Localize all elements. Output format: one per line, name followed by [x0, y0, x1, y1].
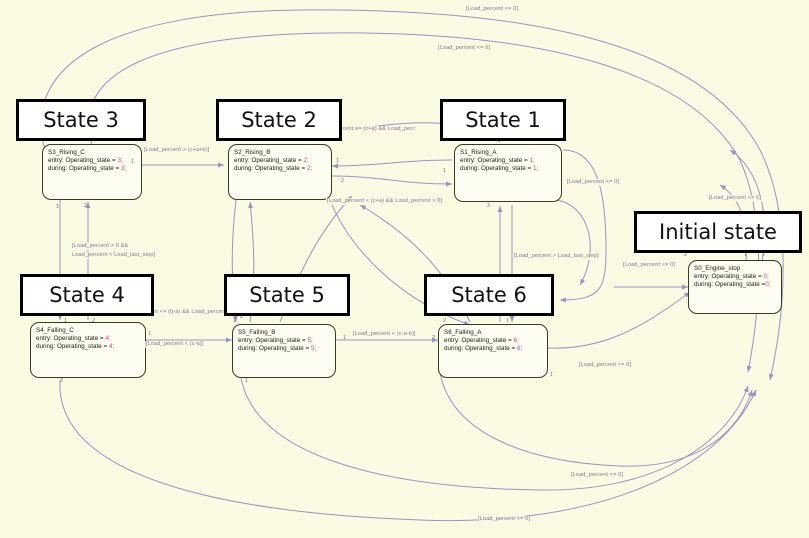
order-number: 2	[341, 178, 344, 184]
transition-label-left-2: Load_percent < Load_last_step]	[71, 252, 157, 259]
transition-label-s1-top: percent >= (c+a) && Load_perc	[333, 126, 417, 133]
transition-label-s6-right: [Load_percent <= 0]	[578, 362, 632, 369]
state-entry-action: entry: Operating_state = 1;	[460, 157, 535, 164]
state-name: S3_Rising_C	[48, 149, 85, 156]
order-number: 2	[233, 318, 236, 324]
state-during-action: during: Operating_state =0;	[694, 281, 771, 289]
state-name: S2_Rising_B	[234, 149, 271, 156]
order-number: 1	[443, 168, 446, 174]
state-entry-action: entry: Operating_state = 0;	[694, 273, 769, 280]
state-name: S0_Engine_stop	[694, 265, 741, 272]
order-number: 1	[131, 159, 134, 165]
state-name: S1_Rising_A	[460, 149, 497, 156]
order-number: 1	[343, 335, 346, 341]
transition-label-bottom-1: [Load_percent <= 0]	[570, 472, 624, 479]
state-during-action: during: Operating_state = 2;	[234, 165, 313, 173]
order-number: 1	[148, 331, 151, 337]
order-number: 2	[487, 203, 490, 209]
state-entry-action: entry: Operating_state = 3;	[48, 157, 123, 164]
transition-label-s6-up: [Load_percent > Load_last_step]	[513, 253, 600, 260]
order-number: 2	[92, 318, 95, 324]
order-number: 1	[336, 158, 339, 164]
state-entry-action: entry: Operating_state = 2;	[234, 157, 309, 164]
transition-label-right-1: [Load_percent <= 0]	[708, 195, 762, 202]
order-number: 1	[506, 318, 509, 324]
transition-label-s1-right: [Load_percent <= 0]	[566, 179, 620, 186]
state-entry-action: entry: Operating_state = 4;	[36, 335, 111, 342]
callout-text: State 3	[43, 108, 119, 132]
transition-label-s0-in: [Load_percent <= 0]	[622, 262, 676, 269]
callout-state-5: State 5	[224, 274, 350, 316]
transition-label-s2-s1: [Load_percent < (c+a) && Load_percent > …	[326, 198, 444, 205]
transition-label-s5-s6: [Load_percent < (c-a-b)]	[352, 331, 417, 338]
order-number: 1	[550, 372, 553, 378]
order-number: 1	[245, 378, 248, 384]
callout-text: State 2	[241, 108, 317, 132]
callout-initial-state: Initial state	[634, 211, 802, 253]
callout-text: State 1	[465, 108, 541, 132]
state-name: S4_Falling_C	[36, 327, 74, 334]
order-number: 2	[443, 318, 446, 324]
callout-state-4: State 4	[20, 274, 154, 316]
callout-text: State 6	[451, 283, 527, 307]
state-during-action: during: Operating_state = 1;	[460, 165, 539, 173]
order-number: 1	[56, 204, 59, 210]
callout-state-1: State 1	[440, 99, 566, 141]
callout-state-2: State 2	[216, 99, 342, 141]
order-number: 2	[432, 335, 435, 341]
transition-label-top-2: [Load_percent <= 0]	[437, 45, 491, 52]
callout-state-6: State 6	[424, 274, 554, 316]
state-s2-rising-b[interactable]: S2_Rising_B entry: Operating_state = 2; …	[228, 144, 332, 200]
callout-text: Initial state	[659, 220, 777, 244]
transition-label-left-1: [Load_percent > 0 &&	[71, 243, 130, 250]
state-s5-falling-b[interactable]: S5_Falling_B entry: Operating_state = 5;…	[232, 324, 336, 378]
state-s6-falling-a[interactable]: S6_Falling_A entry: Operating_state = 6;…	[438, 324, 548, 378]
transition-label-s4-left: [Load_percent < (c-a)]	[145, 341, 205, 348]
state-s1-rising-a[interactable]: S1_Rising_A entry: Operating_state = 1; …	[454, 144, 562, 202]
transition-label-s3-s2: [Load_percent > (c+a+b)]	[143, 147, 211, 154]
state-entry-action: entry: Operating_state = 6;	[444, 337, 519, 344]
stateflow-canvas: S3_Rising_C entry: Operating_state = 3; …	[0, 0, 809, 538]
transition-label-top-1: [Load_percent <= 0]	[465, 6, 519, 13]
state-during-action: during: Operating_state = 3;	[48, 165, 127, 173]
state-name: S6_Falling_A	[444, 329, 482, 336]
callout-text: State 4	[49, 283, 125, 307]
state-s0-engine-stop[interactable]: S0_Engine_stop entry: Operating_state = …	[688, 260, 782, 314]
callout-text: State 5	[249, 283, 325, 307]
order-number: 1	[64, 318, 67, 324]
transition-label-bottom-2: [Load_percent <= 0]	[477, 516, 531, 523]
state-entry-action: entry: Operating_state = 5;	[238, 337, 313, 344]
order-number: 2	[60, 378, 63, 384]
callout-state-3: State 3	[16, 99, 146, 141]
state-during-action: during: Operating_state = 6;	[444, 345, 523, 353]
state-s3-rising-c[interactable]: S3_Rising_C entry: Operating_state = 3; …	[42, 144, 142, 200]
state-s4-falling-c[interactable]: S4_Falling_C entry: Operating_state = 4;…	[30, 322, 146, 378]
order-number: 2	[84, 203, 87, 209]
state-name: S5_Falling_B	[238, 329, 276, 336]
state-during-action: during: Operating_state = 5;	[238, 345, 317, 353]
state-during-action: during: Operating_state = 4;	[36, 343, 115, 351]
